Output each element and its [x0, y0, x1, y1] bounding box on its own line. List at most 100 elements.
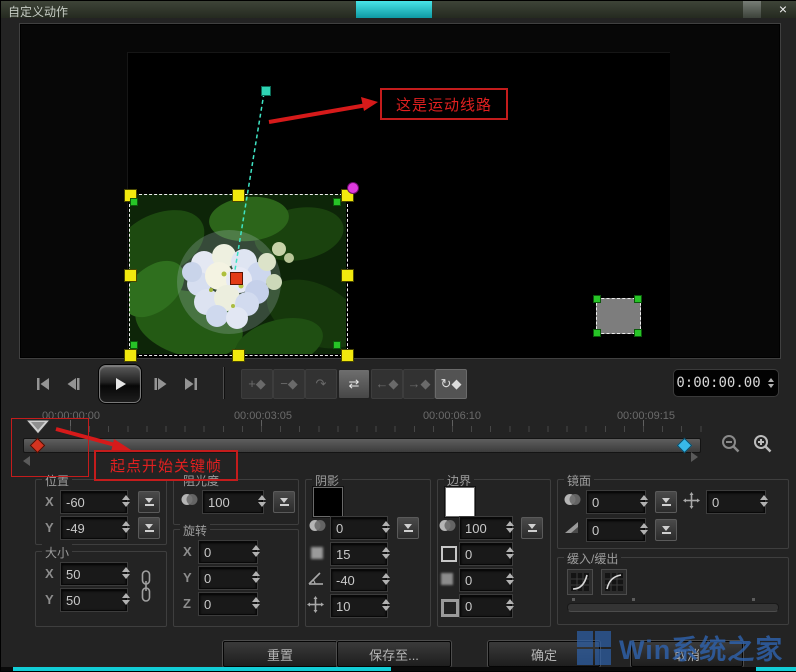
- save-to-button[interactable]: 保存至...: [337, 641, 451, 667]
- corner-handle-tr[interactable]: [333, 198, 341, 206]
- shadow-color-swatch[interactable]: [313, 487, 343, 517]
- mirror-fade-spinner[interactable]: [637, 519, 651, 539]
- annotation-rectangle: [11, 418, 89, 477]
- size-x-label: X: [45, 566, 54, 581]
- dialog-title: 自定义动作: [8, 3, 68, 20]
- close-icon[interactable]: ×: [779, 1, 787, 18]
- shadow-size-spinner[interactable]: [379, 543, 393, 563]
- ease-in-button[interactable]: [567, 569, 593, 595]
- scroll-right-arrow[interactable]: [691, 452, 698, 462]
- zoom-in-button[interactable]: [749, 431, 777, 457]
- resize-handle-t[interactable]: [232, 189, 245, 202]
- position-y-input[interactable]: [61, 517, 127, 539]
- border-color-swatch[interactable]: [445, 487, 475, 517]
- corner-handle-tl[interactable]: [130, 198, 138, 206]
- corner-handle-br[interactable]: [333, 341, 341, 349]
- title-bar: 自定义动作 ×: [1, 1, 796, 18]
- shadow-size-icon: [311, 547, 323, 559]
- border-width-icon: [441, 546, 457, 562]
- mirror-fade-dropdown[interactable]: [655, 519, 677, 541]
- end-handle-bl[interactable]: [593, 329, 601, 337]
- border-softness-spinner[interactable]: [503, 569, 517, 589]
- size-x-spinner[interactable]: [119, 563, 133, 583]
- shadow-distance-icon: [307, 596, 324, 613]
- rotation-x-spinner[interactable]: [249, 541, 263, 561]
- previous-frame-button[interactable]: [59, 371, 87, 397]
- timecode-display[interactable]: 0:00:00.00: [673, 369, 779, 397]
- cancel-button[interactable]: 取消: [631, 641, 743, 667]
- motion-path-end-handle[interactable]: [261, 86, 271, 96]
- size-group-title: 大小: [42, 544, 72, 561]
- rotate-keyframe-button[interactable]: ↻◆: [435, 369, 467, 399]
- size-x-input[interactable]: [61, 563, 127, 585]
- remove-keyframe-button[interactable]: −◆: [273, 369, 305, 399]
- ease-group-title: 缓入/缓出: [564, 550, 621, 567]
- move-keyframe-left-button[interactable]: ←◆: [371, 369, 403, 399]
- border-glow-spinner[interactable]: [503, 595, 517, 615]
- zoom-out-button[interactable]: [717, 431, 745, 457]
- motion-start-marker[interactable]: [230, 272, 243, 285]
- border-glow-icon: [441, 599, 459, 617]
- position-y-spinner[interactable]: [119, 517, 133, 537]
- opacity-input[interactable]: [203, 491, 263, 513]
- opacity-spinner[interactable]: [255, 491, 269, 511]
- swap-keyframes-button[interactable]: ⇄: [338, 369, 370, 399]
- next-frame-button[interactable]: [147, 371, 175, 397]
- play-button[interactable]: [99, 365, 141, 403]
- border-transparency-spinner[interactable]: [503, 517, 517, 537]
- move-keyframe-left-icon: ←◆: [376, 376, 399, 392]
- end-handle-tl[interactable]: [593, 295, 601, 303]
- resize-handle-r[interactable]: [341, 269, 354, 282]
- end-handle-br[interactable]: [634, 329, 642, 337]
- rotate-keyframe-icon: ↻◆: [441, 376, 462, 392]
- go-to-start-button[interactable]: [29, 371, 57, 397]
- size-y-input[interactable]: [61, 589, 127, 611]
- reset-button[interactable]: 重置: [223, 641, 337, 667]
- border-width-spinner[interactable]: [503, 543, 517, 563]
- rotation-z-spinner[interactable]: [249, 593, 263, 613]
- end-handle-tr[interactable]: [634, 295, 642, 303]
- annotation-start-keyframe-text: 起点开始关键帧: [110, 455, 222, 476]
- shadow-transparency-dropdown[interactable]: [397, 517, 419, 539]
- timecode-spinner[interactable]: [766, 373, 776, 393]
- corner-handle-bl[interactable]: [130, 341, 138, 349]
- resize-handle-b[interactable]: [232, 349, 245, 362]
- link-xy-icon[interactable]: [139, 569, 153, 603]
- shadow-transparency-icon: [308, 518, 327, 533]
- shadow-distance-spinner[interactable]: [379, 595, 393, 615]
- rotation-y-spinner[interactable]: [249, 567, 263, 587]
- mirror-transparency-spinner[interactable]: [637, 491, 651, 511]
- resize-handle-bl[interactable]: [124, 349, 137, 362]
- border-transparency-dropdown[interactable]: [521, 517, 543, 539]
- shadow-angle-spinner[interactable]: [379, 569, 393, 589]
- ease-out-button[interactable]: [601, 569, 627, 595]
- flip-keyframes-button[interactable]: ↷: [305, 369, 337, 399]
- swap-keyframes-icon: ⇄: [349, 376, 360, 392]
- position-x-spinner[interactable]: [119, 491, 133, 511]
- mirror-distance-spinner[interactable]: [757, 491, 771, 511]
- rotate-handle[interactable]: [347, 182, 359, 194]
- ok-button[interactable]: 确定: [488, 641, 600, 667]
- titlebar-decoration-2: [743, 1, 761, 18]
- add-keyframe-button[interactable]: +◆: [241, 369, 273, 399]
- move-keyframe-right-button[interactable]: →◆: [403, 369, 435, 399]
- ease-slider-tick: [632, 598, 635, 601]
- mirror-fade-icon: [563, 520, 580, 535]
- resize-handle-l[interactable]: [124, 269, 137, 282]
- mirror-transparency-icon: [563, 492, 582, 507]
- position-x-input[interactable]: [61, 491, 127, 513]
- size-y-label: Y: [45, 592, 54, 607]
- position-y-slider-dropdown[interactable]: [138, 517, 160, 539]
- ease-slider[interactable]: [567, 603, 779, 612]
- mirror-transparency-dropdown[interactable]: [655, 491, 677, 513]
- titlebar-decoration: [356, 1, 432, 18]
- size-y-spinner[interactable]: [119, 589, 133, 609]
- rotation-z-label: Z: [183, 596, 191, 611]
- mirror-distance-icon: [683, 492, 700, 509]
- go-to-end-button[interactable]: [177, 371, 205, 397]
- opacity-slider-dropdown[interactable]: [273, 491, 295, 513]
- position-x-slider-dropdown[interactable]: [138, 491, 160, 513]
- border-softness-icon: [441, 573, 453, 585]
- shadow-transparency-spinner[interactable]: [379, 517, 393, 537]
- resize-handle-br[interactable]: [341, 349, 354, 362]
